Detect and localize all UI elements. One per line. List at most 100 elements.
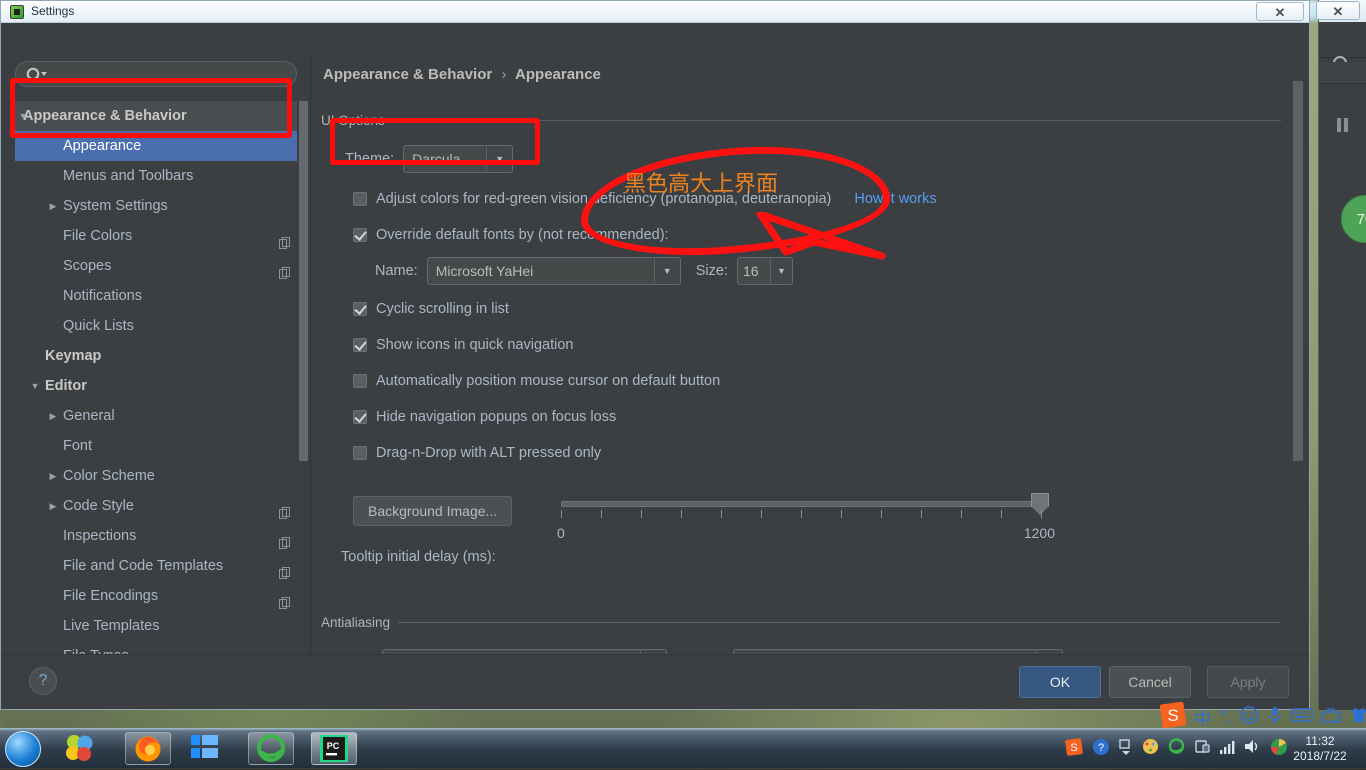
- content-scrollbar-thumb[interactable]: [1293, 81, 1303, 461]
- sidebar-item-code-style[interactable]: ▶Code Style: [15, 491, 297, 521]
- chevron-right-icon[interactable]: ▶: [45, 491, 61, 521]
- theme-select[interactable]: Darcula ▼: [403, 145, 513, 173]
- tray-ie-icon[interactable]: [1168, 738, 1185, 760]
- how-it-works-link[interactable]: How it works: [854, 191, 936, 207]
- sidebar-item-menus-and-toolbars[interactable]: Menus and Toolbars: [15, 161, 297, 191]
- copy-settings-icon[interactable]: [279, 590, 291, 602]
- apply-button[interactable]: Apply: [1207, 666, 1289, 698]
- sidebar-item-keymap[interactable]: Keymap: [15, 341, 297, 371]
- pause-icon[interactable]: [1337, 118, 1341, 132]
- option-checkbox[interactable]: [353, 338, 367, 352]
- tray-show-hidden-icon[interactable]: [1119, 739, 1133, 760]
- override-fonts-row[interactable]: Override default fonts by (not recommend…: [353, 227, 669, 243]
- sidebar-item-quick-lists[interactable]: Quick Lists: [15, 311, 297, 341]
- copy-settings-icon[interactable]: [279, 560, 291, 572]
- checkbox-row[interactable]: Cyclic scrolling in list: [353, 301, 509, 317]
- content-scrollbar[interactable]: [1293, 53, 1303, 678]
- sidebar-item-scopes[interactable]: Scopes: [15, 251, 297, 281]
- chevron-right-icon[interactable]: ▶: [45, 191, 61, 221]
- option-checkbox[interactable]: [353, 374, 367, 388]
- chevron-down-icon[interactable]: ▼: [486, 146, 512, 172]
- chevron-down-icon[interactable]: ▼: [770, 258, 792, 284]
- taskbar-item-ie-browser[interactable]: [248, 732, 294, 765]
- search-input[interactable]: [52, 62, 286, 86]
- taskbar-clock[interactable]: 11:32 2018/7/22: [1292, 734, 1348, 764]
- ime-punctuation-mode[interactable]: °,: [1219, 707, 1231, 727]
- option-checkbox[interactable]: [353, 410, 367, 424]
- chevron-down-icon[interactable]: ▼: [654, 258, 680, 284]
- background-window-close-button[interactable]: ✕: [1316, 1, 1360, 20]
- sidebar-item-editor[interactable]: ▼Editor: [15, 371, 297, 401]
- sidebar-item-notifications[interactable]: Notifications: [15, 281, 297, 311]
- microphone-icon[interactable]: [1267, 705, 1283, 730]
- tray-network-icon[interactable]: [1194, 739, 1210, 760]
- ok-button[interactable]: OK: [1019, 666, 1101, 698]
- sidebar-item-appearance-behavior[interactable]: ▼Appearance & Behavior: [15, 101, 297, 131]
- tray-browser-icon[interactable]: [1270, 738, 1288, 761]
- clock-date: 2018/7/22: [1292, 749, 1348, 764]
- divider: [393, 120, 1281, 121]
- checkbox-row[interactable]: Drag-n-Drop with ALT pressed only: [353, 445, 601, 461]
- sidebar-item-file-colors[interactable]: File Colors: [15, 221, 297, 251]
- breadcrumb-separator: ›: [496, 66, 511, 83]
- tray-signal-icon[interactable]: [1219, 740, 1235, 759]
- sidebar-item-inspections[interactable]: Inspections: [15, 521, 297, 551]
- checkbox-row[interactable]: Hide navigation popups on focus loss: [353, 409, 616, 425]
- sidebar-item-file-and-code-templates[interactable]: File and Code Templates: [15, 551, 297, 581]
- cancel-button[interactable]: Cancel: [1109, 666, 1191, 698]
- emoji-icon[interactable]: [1239, 705, 1259, 730]
- chevron-down-icon[interactable]: ▼: [27, 371, 43, 401]
- font-size-label: Size:: [696, 263, 728, 279]
- sidebar-item-live-templates[interactable]: Live Templates: [15, 611, 297, 641]
- taskbar-item-pycharm[interactable]: PC: [311, 732, 357, 765]
- sidebar-item-system-settings[interactable]: ▶System Settings: [15, 191, 297, 221]
- dialog-close-button[interactable]: ✕: [1256, 2, 1304, 21]
- background-ide-window[interactable]: ✕ 70: [1318, 0, 1366, 710]
- skin-icon[interactable]: [1349, 706, 1366, 729]
- copy-settings-icon[interactable]: [279, 230, 291, 242]
- tray-sogou-icon[interactable]: S: [1065, 738, 1083, 761]
- chevron-right-icon[interactable]: ▶: [45, 401, 61, 431]
- sidebar-item-color-scheme[interactable]: ▶Color Scheme: [15, 461, 297, 491]
- dialog-body: ▼Appearance & BehaviorAppearanceMenus an…: [1, 23, 1309, 709]
- sidebar-item-file-encodings[interactable]: File Encodings: [15, 581, 297, 611]
- tray-paint-icon[interactable]: [1142, 738, 1159, 760]
- sidebar-scrollbar[interactable]: [299, 101, 308, 676]
- toolbox-icon[interactable]: 10: [1321, 706, 1341, 729]
- sidebar-item-appearance[interactable]: Appearance: [15, 131, 297, 161]
- sidebar-item-label: Font: [63, 431, 92, 461]
- keyboard-icon[interactable]: [1291, 707, 1313, 728]
- copy-settings-icon[interactable]: [279, 500, 291, 512]
- taskbar-item-explorer-tiles[interactable]: [188, 732, 222, 765]
- override-fonts-checkbox[interactable]: [353, 228, 367, 242]
- copy-settings-icon[interactable]: [279, 530, 291, 542]
- slider-track[interactable]: [561, 501, 1041, 507]
- option-checkbox[interactable]: [353, 302, 367, 316]
- quicklaunch-icon[interactable]: [62, 732, 96, 765]
- settings-category-tree[interactable]: ▼Appearance & BehaviorAppearanceMenus an…: [15, 101, 297, 676]
- option-checkbox[interactable]: [353, 446, 367, 460]
- tray-volume-icon[interactable]: [1244, 739, 1261, 759]
- sidebar-item-general[interactable]: ▶General: [15, 401, 297, 431]
- sidebar-scrollbar-thumb[interactable]: [299, 101, 308, 461]
- settings-search-box[interactable]: [15, 61, 297, 87]
- checkbox-row[interactable]: Automatically position mouse cursor on d…: [353, 373, 720, 389]
- windows-taskbar: PC S ? 11:32 20: [0, 728, 1366, 768]
- font-name-select[interactable]: Microsoft YaHei ▼: [427, 257, 681, 285]
- background-image-button[interactable]: Background Image...: [353, 496, 512, 526]
- tray-help-icon[interactable]: ?: [1092, 738, 1110, 761]
- breadcrumb-parent[interactable]: Appearance & Behavior: [323, 66, 492, 83]
- checkbox-row[interactable]: Show icons in quick navigation: [353, 337, 573, 353]
- start-button[interactable]: [5, 731, 41, 767]
- adjust-colors-checkbox[interactable]: [353, 192, 367, 206]
- help-button[interactable]: ?: [29, 667, 57, 695]
- adjust-colors-row[interactable]: Adjust colors for red-green vision defic…: [353, 191, 937, 207]
- font-size-select[interactable]: 16 ▼: [737, 257, 793, 285]
- chevron-right-icon[interactable]: ▶: [45, 461, 61, 491]
- copy-settings-icon[interactable]: [279, 260, 291, 272]
- sidebar-item-font[interactable]: Font: [15, 431, 297, 461]
- slider-tick: [841, 510, 842, 518]
- ime-language-mode[interactable]: 中: [1194, 705, 1211, 730]
- taskbar-item-firefox[interactable]: [125, 732, 171, 765]
- tooltip-delay-slider[interactable]: 0 1200: [561, 501, 1041, 520]
